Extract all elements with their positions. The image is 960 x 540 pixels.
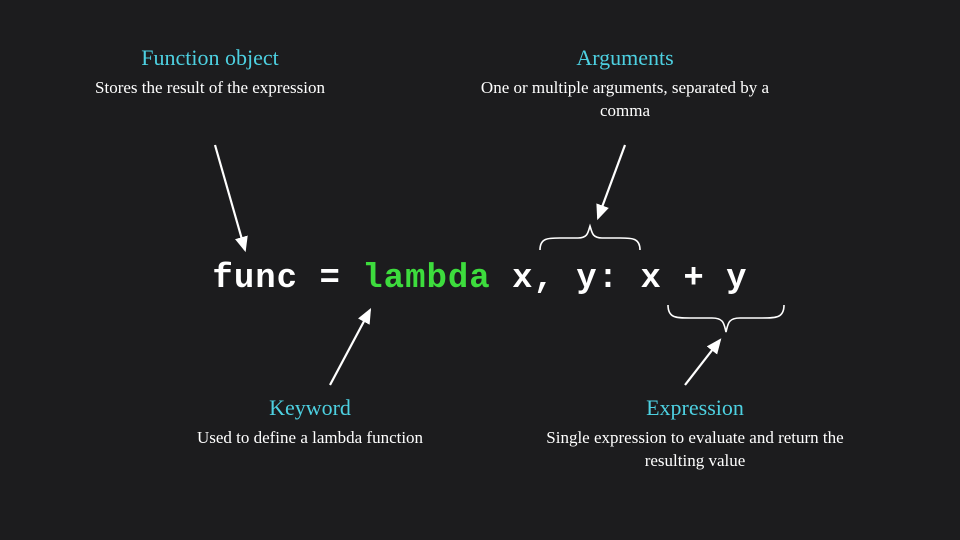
- arrow-function-object-icon: [215, 145, 245, 250]
- code-lambda-keyword: lambda: [362, 260, 490, 298]
- arrow-keyword-icon: [330, 310, 370, 385]
- code-colon: :: [598, 260, 641, 298]
- code-space: [491, 260, 512, 298]
- annotation-desc: Single expression to evaluate and return…: [530, 427, 860, 473]
- code-eq: =: [298, 260, 362, 298]
- annotation-function-object: Function object Stores the result of the…: [80, 45, 340, 100]
- annotation-title: Arguments: [460, 45, 790, 71]
- annotation-desc: Used to define a lambda function: [195, 427, 425, 450]
- annotation-arguments: Arguments One or multiple arguments, sep…: [460, 45, 790, 123]
- annotation-title: Function object: [80, 45, 340, 71]
- brace-top-icon: [540, 226, 640, 250]
- brace-bottom-icon: [668, 305, 784, 332]
- annotation-desc: One or multiple arguments, separated by …: [460, 77, 790, 123]
- annotation-expression: Expression Single expression to evaluate…: [530, 395, 860, 473]
- arrow-arguments-icon: [598, 145, 625, 218]
- arrow-expression-icon: [685, 340, 720, 385]
- annotation-keyword: Keyword Used to define a lambda function: [195, 395, 425, 450]
- code-expr: x + y: [641, 260, 748, 298]
- code-args: x, y: [512, 260, 598, 298]
- annotation-desc: Stores the result of the expression: [80, 77, 340, 100]
- code-func: func: [212, 260, 298, 298]
- annotation-title: Keyword: [195, 395, 425, 421]
- code-line: func = lambda x, y: x + y: [0, 260, 960, 298]
- annotation-title: Expression: [530, 395, 860, 421]
